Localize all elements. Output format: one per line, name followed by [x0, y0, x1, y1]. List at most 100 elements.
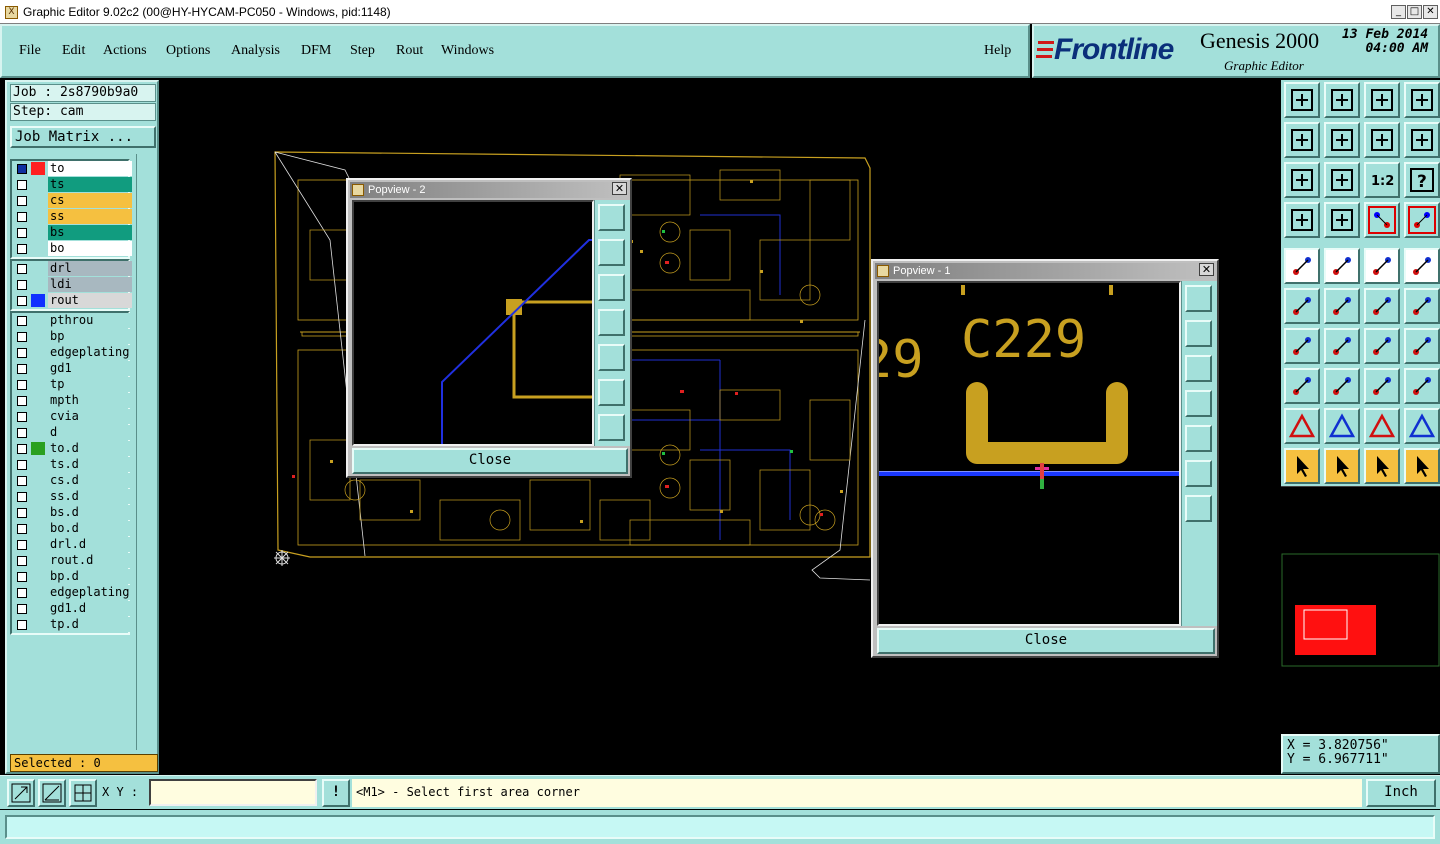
layer-checkbox[interactable]	[17, 556, 27, 566]
layer-checkbox[interactable]	[17, 412, 27, 422]
layer-checkbox[interactable]	[17, 364, 27, 374]
layer-name[interactable]: ts.d	[48, 457, 132, 472]
layer-row-gd1[interactable]: gd1	[12, 361, 132, 377]
layer-name[interactable]: to.d	[48, 441, 132, 456]
layer-checkbox[interactable]	[17, 316, 27, 326]
layer-name[interactable]: rout	[48, 293, 132, 308]
layer-checkbox[interactable]	[17, 396, 27, 406]
job-matrix-button[interactable]: Job Matrix ...	[10, 126, 156, 148]
layer-checkbox[interactable]	[17, 348, 27, 358]
layer-row-gd1.d[interactable]: gd1.d	[12, 601, 132, 617]
layer-checkbox[interactable]	[17, 620, 27, 630]
pv1-pan-down-icon[interactable]	[1185, 355, 1212, 382]
layer-row-to[interactable]: to	[12, 161, 132, 177]
window-close-button[interactable]: ✕	[1423, 5, 1438, 19]
menu-windows[interactable]: Windows	[441, 43, 494, 59]
layer-row-mpth[interactable]: mpth	[12, 393, 132, 409]
layer-row-bp[interactable]: bp	[12, 329, 132, 345]
layer-checkbox[interactable]	[17, 460, 27, 470]
pv1-fit-icon[interactable]	[1185, 460, 1212, 487]
layer-row-edgeplating[interactable]: edgeplating	[12, 345, 132, 361]
layer-name[interactable]: mpth	[48, 393, 132, 408]
popview-2-close-x[interactable]: ✕	[612, 182, 627, 195]
layer-row-ts.d[interactable]: ts.d	[12, 457, 132, 473]
layer-name[interactable]: gd1	[48, 361, 132, 376]
menu-help[interactable]: Help	[984, 43, 1011, 59]
menu-dfm[interactable]: DFM	[301, 43, 331, 59]
menu-rout[interactable]: Rout	[396, 43, 423, 59]
layer-color-swatch[interactable]	[31, 442, 45, 455]
xy-input[interactable]	[149, 779, 317, 806]
layer-name[interactable]: pthrou	[48, 313, 132, 328]
layer-row-bs.d[interactable]: bs.d	[12, 505, 132, 521]
layer-name[interactable]: drl.d	[48, 537, 132, 552]
connect-pads-icon[interactable]	[1284, 288, 1320, 324]
unit-toggle-button[interactable]: Inch	[1366, 779, 1436, 807]
layer-row-tp[interactable]: tp	[12, 377, 132, 393]
angle-icon[interactable]	[1284, 328, 1320, 364]
layer-name[interactable]: gd1.d	[48, 601, 132, 616]
zoom-area-icon[interactable]	[7, 779, 35, 807]
layer-name[interactable]: bo.d	[48, 521, 132, 536]
layer-name[interactable]: rout.d	[48, 553, 132, 568]
layer-color-swatch[interactable]	[31, 162, 45, 175]
fit-all-icon[interactable]	[1284, 162, 1320, 198]
undo-zoom-icon[interactable]	[1364, 122, 1400, 158]
pv2-zoom-home-icon[interactable]	[598, 204, 625, 231]
execute-button[interactable]: !	[322, 779, 350, 807]
layer-name[interactable]: drl	[48, 261, 132, 276]
layer-name[interactable]: d	[48, 425, 132, 440]
layer-checkbox[interactable]	[17, 444, 27, 454]
diagonal-line-icon[interactable]	[1324, 328, 1360, 364]
pv2-zoom-center-icon[interactable]	[598, 414, 625, 441]
layer-checkbox[interactable]	[17, 244, 27, 254]
pv1-pan-up-icon[interactable]	[1185, 320, 1212, 347]
pv2-pan-down-icon[interactable]	[598, 274, 625, 301]
select-color-icon[interactable]	[1324, 248, 1360, 284]
measure-angle-icon[interactable]	[38, 779, 66, 807]
layer-checkbox[interactable]	[17, 332, 27, 342]
triangle-red-icon[interactable]	[1284, 408, 1320, 444]
layer-checkbox[interactable]	[17, 380, 27, 390]
scale-1-2-icon[interactable]: 1:2	[1364, 162, 1400, 198]
zoom-center-icon[interactable]	[1324, 162, 1360, 198]
layer-row-bo.d[interactable]: bo.d	[12, 521, 132, 537]
layer-name[interactable]: bp.d	[48, 569, 132, 584]
window-icon[interactable]	[1404, 82, 1440, 118]
layer-row-to.d[interactable]: to.d	[12, 441, 132, 457]
layer-row-rout.d[interactable]: rout.d	[12, 553, 132, 569]
grid-snap-icon[interactable]	[69, 779, 97, 807]
pv1-pan-left-icon[interactable]	[1185, 390, 1212, 417]
home-icon[interactable]	[1364, 82, 1400, 118]
pv1-pan-right-icon[interactable]	[1185, 425, 1212, 452]
zoom-in-icon[interactable]	[1324, 82, 1360, 118]
snap-circle-icon[interactable]	[1404, 248, 1440, 284]
pad-to-pad-icon[interactable]	[1284, 368, 1320, 404]
layer-name[interactable]: ldi	[48, 277, 132, 292]
layer-name[interactable]: ss	[48, 209, 132, 224]
menu-file[interactable]: File	[19, 43, 41, 59]
mirror-icon[interactable]	[1404, 328, 1440, 364]
triangle-up-icon[interactable]	[1364, 408, 1400, 444]
layer-row-ldi[interactable]: ldi	[12, 277, 132, 293]
pan-left-icon[interactable]	[1284, 122, 1320, 158]
layer-checkbox[interactable]	[17, 572, 27, 582]
layer-row-bp.d[interactable]: bp.d	[12, 569, 132, 585]
pv2-pan-left-icon[interactable]	[598, 309, 625, 336]
overview-panel[interactable]	[1281, 486, 1440, 732]
select-box-icon[interactable]	[1324, 448, 1360, 484]
pv2-fit-icon[interactable]	[598, 379, 625, 406]
menu-analysis[interactable]: Analysis	[231, 43, 280, 59]
layer-row-bo[interactable]: bo	[12, 241, 132, 257]
net-red-icon[interactable]	[1364, 202, 1400, 238]
layer-row-ss.d[interactable]: ss.d	[12, 489, 132, 505]
add-line-icon[interactable]	[1364, 288, 1400, 324]
layer-row-tp.d[interactable]: tp.d	[12, 617, 132, 633]
popview-2-close-button[interactable]: Close	[352, 448, 628, 474]
layer-row-bs[interactable]: bs	[12, 225, 132, 241]
pv2-pan-up-icon[interactable]	[598, 239, 625, 266]
layer-row-ts[interactable]: ts	[12, 177, 132, 193]
redraw-icon[interactable]	[1404, 122, 1440, 158]
layer-name[interactable]: cvia	[48, 409, 132, 424]
layer-checkbox[interactable]	[17, 228, 27, 238]
